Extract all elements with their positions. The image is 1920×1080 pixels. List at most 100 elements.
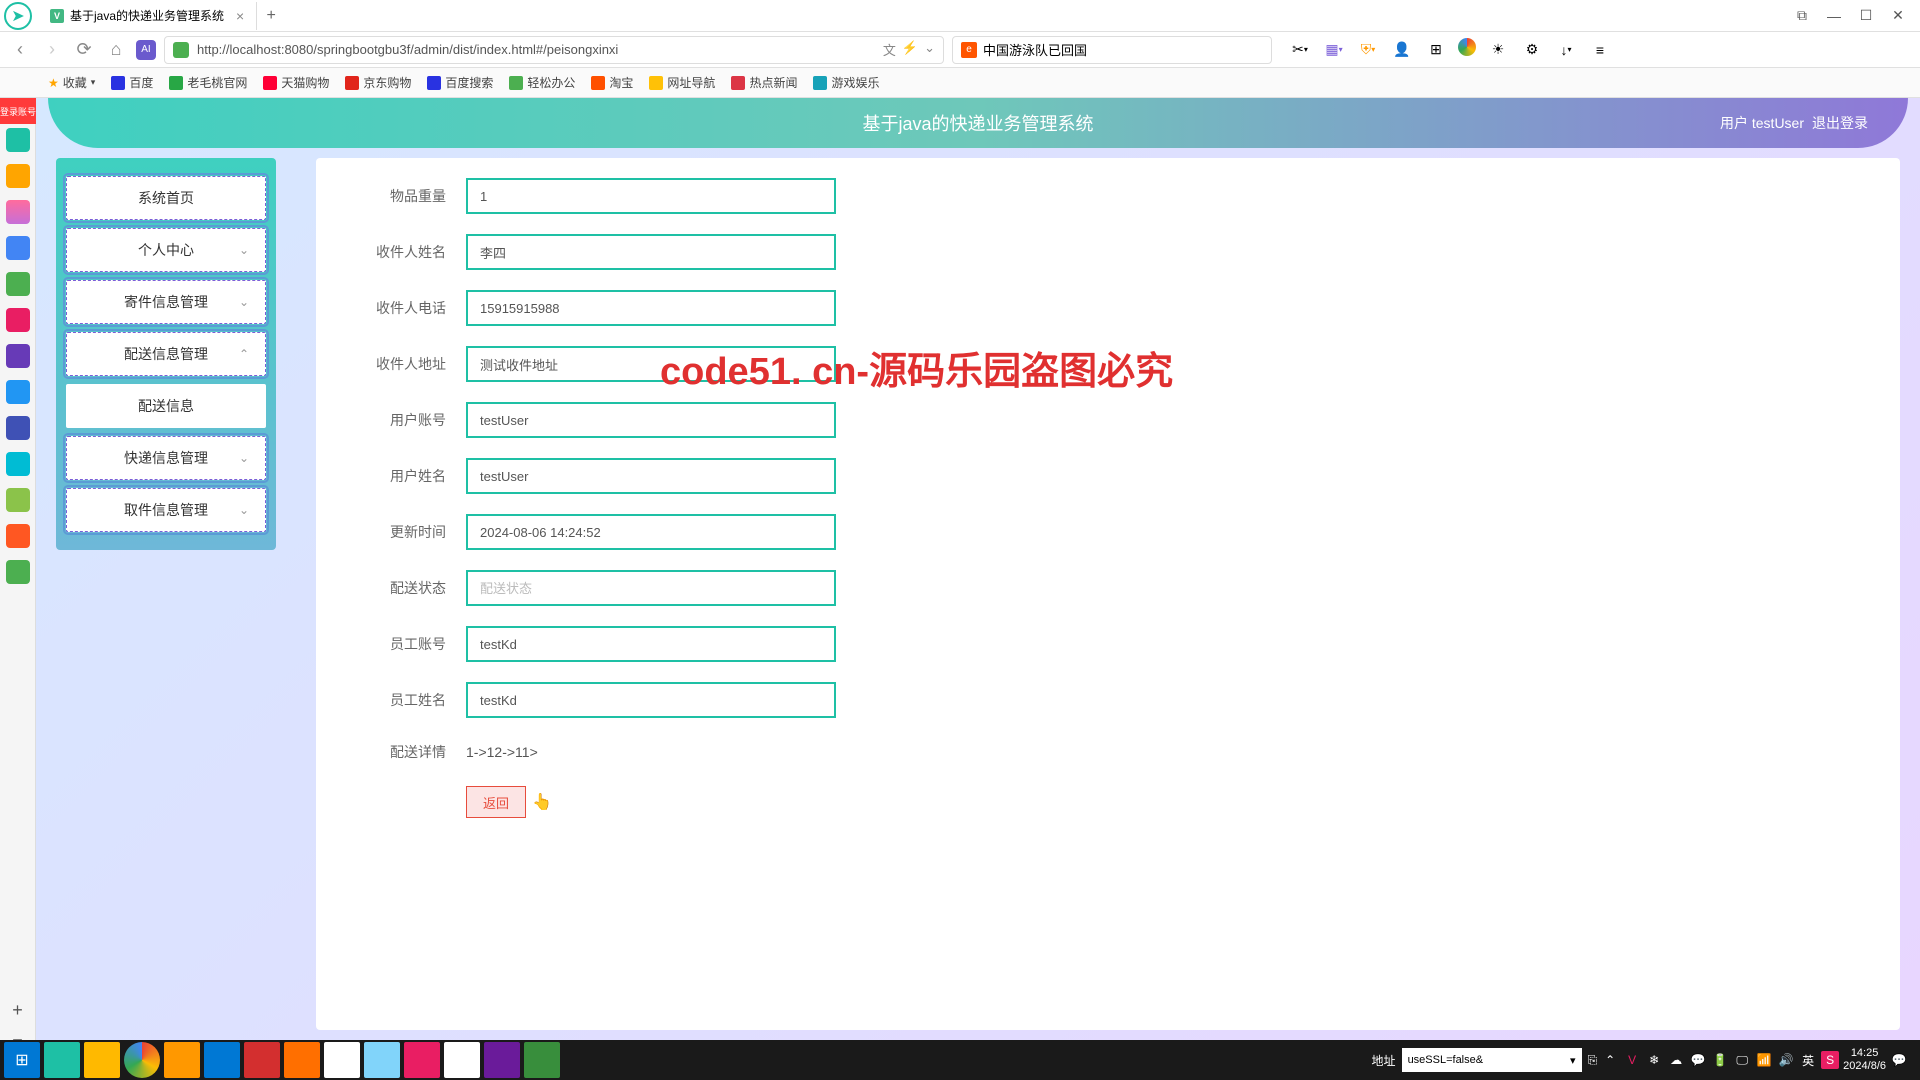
- taskbar-idea-icon[interactable]: [484, 1042, 520, 1078]
- login-badge[interactable]: 登录账号: [0, 98, 36, 124]
- window-maximize-icon[interactable]: ☐: [1856, 6, 1876, 26]
- taskbar-pycharm-icon[interactable]: [524, 1042, 560, 1078]
- sidebar-game-icon[interactable]: [6, 488, 30, 512]
- shield-icon[interactable]: ⛨▾: [1356, 38, 1380, 62]
- window-pip-icon[interactable]: ⧉: [1792, 6, 1812, 26]
- favorites-button[interactable]: ★收藏▾: [48, 74, 95, 91]
- download-icon[interactable]: ↓▾: [1554, 38, 1578, 62]
- tray-battery-icon[interactable]: 🔋: [1711, 1051, 1729, 1069]
- menu-item[interactable]: 系统首页: [66, 176, 266, 220]
- sidebar-mail-icon[interactable]: [6, 560, 30, 584]
- menu-item[interactable]: 个人中心⌄: [66, 228, 266, 272]
- bookmark-tmall[interactable]: 天猫购物: [263, 74, 329, 91]
- form-input[interactable]: [466, 178, 836, 214]
- form-input[interactable]: [466, 570, 836, 606]
- bookmark-baidu[interactable]: 百度: [111, 74, 153, 91]
- sidebar-star-icon[interactable]: [6, 164, 30, 188]
- taskbar-app2-icon[interactable]: [404, 1042, 440, 1078]
- sidebar-add-icon[interactable]: +: [12, 1000, 23, 1021]
- bookmark-nav[interactable]: 网址导航: [649, 74, 715, 91]
- person-icon[interactable]: 👤: [1390, 38, 1414, 62]
- flash-icon[interactable]: ⚡: [902, 40, 918, 59]
- sidebar-note-icon[interactable]: [6, 416, 30, 440]
- tray-up-icon[interactable]: ⌃: [1601, 1051, 1619, 1069]
- sidebar-a-icon[interactable]: [6, 236, 30, 260]
- tray-snow-icon[interactable]: ❄: [1645, 1051, 1663, 1069]
- bookmark-qingsong[interactable]: 轻松办公: [509, 74, 575, 91]
- form-input[interactable]: [466, 290, 836, 326]
- taskbar-notepad-icon[interactable]: [364, 1042, 400, 1078]
- taskbar-copilot-icon[interactable]: [444, 1042, 480, 1078]
- home-icon[interactable]: ⌂: [104, 38, 128, 62]
- browser-tab[interactable]: V 基于java的快递业务管理系统 ×: [38, 2, 257, 30]
- tray-v-icon[interactable]: V: [1623, 1051, 1641, 1069]
- tray-ime-icon[interactable]: 英: [1799, 1051, 1817, 1069]
- tray-volume-icon[interactable]: 🔊: [1777, 1051, 1795, 1069]
- search-input[interactable]: e 中国游泳队已回国: [952, 36, 1272, 64]
- tray-notifications-icon[interactable]: 💬: [1890, 1051, 1908, 1069]
- bookmark-jd[interactable]: 京东购物: [345, 74, 411, 91]
- form-input[interactable]: [466, 234, 836, 270]
- back-button[interactable]: 返回: [466, 786, 526, 818]
- taskbar-360-icon[interactable]: [44, 1042, 80, 1078]
- sidebar-chat-icon[interactable]: [6, 272, 30, 296]
- form-input[interactable]: [466, 682, 836, 718]
- url-input[interactable]: http://localhost:8080/springbootgbu3f/ad…: [164, 36, 944, 64]
- sidebar-ai-icon[interactable]: [6, 200, 30, 224]
- taskbar-wps-icon[interactable]: [244, 1042, 280, 1078]
- bookmark-laomaotao[interactable]: 老毛桃官网: [169, 74, 247, 91]
- translate-icon[interactable]: 文: [883, 40, 896, 59]
- window-close-icon[interactable]: ✕: [1888, 6, 1908, 26]
- window-minimize-icon[interactable]: —: [1824, 6, 1844, 26]
- menu-item[interactable]: 配送信息: [66, 384, 266, 428]
- logout-link[interactable]: 退出登录: [1812, 113, 1868, 133]
- tray-copy-icon[interactable]: ⎘: [1588, 1053, 1598, 1068]
- tray-display-icon[interactable]: 🖵: [1733, 1051, 1751, 1069]
- taskbar-app-icon[interactable]: [284, 1042, 320, 1078]
- taskbar-edge-icon[interactable]: [204, 1042, 240, 1078]
- taskbar-explorer-icon[interactable]: [84, 1042, 120, 1078]
- apps-icon[interactable]: ⊞: [1424, 38, 1448, 62]
- menu-icon[interactable]: ≡: [1588, 38, 1612, 62]
- bookmark-taobao[interactable]: 淘宝: [591, 74, 633, 91]
- bookmark-game[interactable]: 游戏娱乐: [813, 74, 879, 91]
- form-input[interactable]: [466, 402, 836, 438]
- start-icon[interactable]: ⊞: [4, 1042, 40, 1078]
- chrome-icon[interactable]: [1458, 38, 1476, 56]
- sun-icon[interactable]: ☀: [1486, 38, 1510, 62]
- close-tab-icon[interactable]: ×: [236, 8, 244, 24]
- form-input[interactable]: [466, 346, 836, 382]
- new-tab-button[interactable]: +: [257, 2, 285, 30]
- tray-wechat-icon[interactable]: 💬: [1689, 1051, 1707, 1069]
- grid-icon[interactable]: ▦▾: [1322, 38, 1346, 62]
- tray-s-icon[interactable]: S: [1821, 1051, 1839, 1069]
- menu-item[interactable]: 配送信息管理⌃: [66, 332, 266, 376]
- taskbar-text-icon[interactable]: [324, 1042, 360, 1078]
- menu-item[interactable]: 寄件信息管理⌄: [66, 280, 266, 324]
- tray-addr-select[interactable]: useSSL=false&▾: [1402, 1048, 1582, 1072]
- taskbar-sublime-icon[interactable]: [164, 1042, 200, 1078]
- forward-icon[interactable]: ›: [40, 38, 64, 62]
- sidebar-weibo-icon[interactable]: [6, 524, 30, 548]
- dropdown-icon[interactable]: ⌄: [924, 40, 935, 59]
- ai-icon[interactable]: AI: [136, 40, 156, 60]
- bookmark-news[interactable]: 热点新闻: [731, 74, 797, 91]
- form-input[interactable]: [466, 514, 836, 550]
- bookmark-baidusearch[interactable]: 百度搜索: [427, 74, 493, 91]
- form-input[interactable]: [466, 458, 836, 494]
- sidebar-video-icon[interactable]: [6, 344, 30, 368]
- back-icon[interactable]: ‹: [8, 38, 32, 62]
- sidebar-pdf-icon[interactable]: [6, 308, 30, 332]
- sidebar-translate-icon[interactable]: [6, 452, 30, 476]
- menu-item[interactable]: 取件信息管理⌄: [66, 488, 266, 532]
- form-input[interactable]: [466, 626, 836, 662]
- sidebar-app-icon[interactable]: [6, 128, 30, 152]
- sidebar-doc-icon[interactable]: [6, 380, 30, 404]
- scissors-icon[interactable]: ✂▾: [1288, 38, 1312, 62]
- taskbar-chrome-icon[interactable]: [124, 1042, 160, 1078]
- menu-item[interactable]: 快递信息管理⌄: [66, 436, 266, 480]
- tray-cloud-icon[interactable]: ☁: [1667, 1051, 1685, 1069]
- gear-icon[interactable]: ⚙: [1520, 38, 1544, 62]
- tray-wifi-icon[interactable]: 📶: [1755, 1051, 1773, 1069]
- refresh-icon[interactable]: ⟳: [72, 38, 96, 62]
